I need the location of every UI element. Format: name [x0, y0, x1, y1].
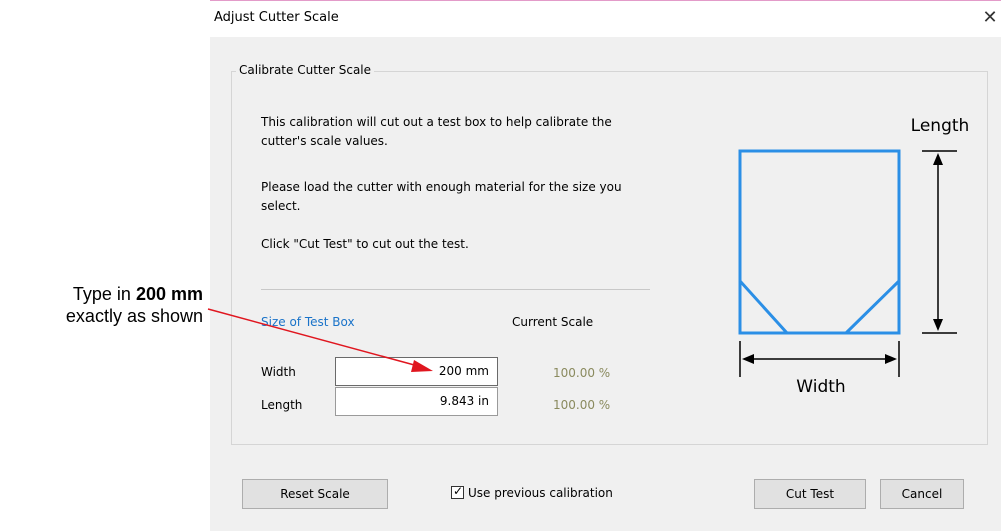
- description-1-line1: This calibration will cut out a test box…: [261, 115, 612, 129]
- description-2-line2: select.: [261, 199, 301, 213]
- description-2-line1: Please load the cutter with enough mater…: [261, 180, 622, 194]
- diagram-width-label: Width: [796, 377, 845, 397]
- group-title: Calibrate Cutter Scale: [236, 63, 375, 77]
- size-of-test-box-label: Size of Test Box: [261, 315, 355, 329]
- separator: [261, 289, 650, 290]
- test-box-corner-right: [844, 279, 901, 335]
- test-box-corner-left: [738, 279, 789, 335]
- reset-scale-button[interactable]: Reset Scale: [242, 479, 388, 509]
- diagram-length-label: Length: [911, 116, 970, 136]
- description-3: Click "Cut Test" to cut out the test.: [261, 237, 469, 251]
- checkbox-label: Use previous calibration: [468, 486, 613, 500]
- description-1: This calibration will cut out a test box…: [261, 113, 681, 151]
- length-input[interactable]: 9.843 in: [335, 387, 498, 416]
- width-label: Width: [261, 365, 296, 379]
- adjust-cutter-scale-dialog: Adjust Cutter Scale ✕ Calibrate Cutter S…: [210, 0, 1001, 531]
- cut-test-button[interactable]: Cut Test: [754, 479, 866, 509]
- title-bar: Adjust Cutter Scale ✕: [210, 1, 1001, 37]
- cancel-button[interactable]: Cancel: [880, 479, 964, 509]
- test-box-diagram: Length Width: [738, 116, 970, 397]
- length-arrowhead-up: [933, 153, 943, 165]
- width-arrowhead-right: [885, 354, 897, 364]
- length-arrowhead-down: [933, 319, 943, 331]
- description-1-line2: cutter's scale values.: [261, 134, 388, 148]
- length-scale-value: 100.00 %: [553, 398, 611, 412]
- current-scale-label: Current Scale: [512, 315, 594, 329]
- use-previous-calibration-checkbox[interactable]: ✓ Use previous calibration: [451, 484, 613, 500]
- annotation-line2: exactly as shown: [65, 306, 203, 326]
- dialog-title: Adjust Cutter Scale: [214, 10, 339, 25]
- close-icon[interactable]: ✕: [979, 5, 1001, 31]
- checkmark-icon: ✓: [453, 484, 464, 498]
- length-label: Length: [261, 398, 303, 412]
- checkbox-box[interactable]: ✓: [451, 484, 464, 499]
- annotation-note: Type in 200 mm exactly as shown: [3, 283, 203, 327]
- annotation-bold: 200 mm: [135, 284, 203, 304]
- width-arrowhead-left: [742, 354, 754, 364]
- width-scale-value: 100.00 %: [553, 366, 611, 380]
- description-2: Please load the cutter with enough mater…: [261, 178, 681, 216]
- annotation-prefix: Type in: [72, 284, 136, 304]
- width-input[interactable]: 200 mm: [335, 357, 498, 386]
